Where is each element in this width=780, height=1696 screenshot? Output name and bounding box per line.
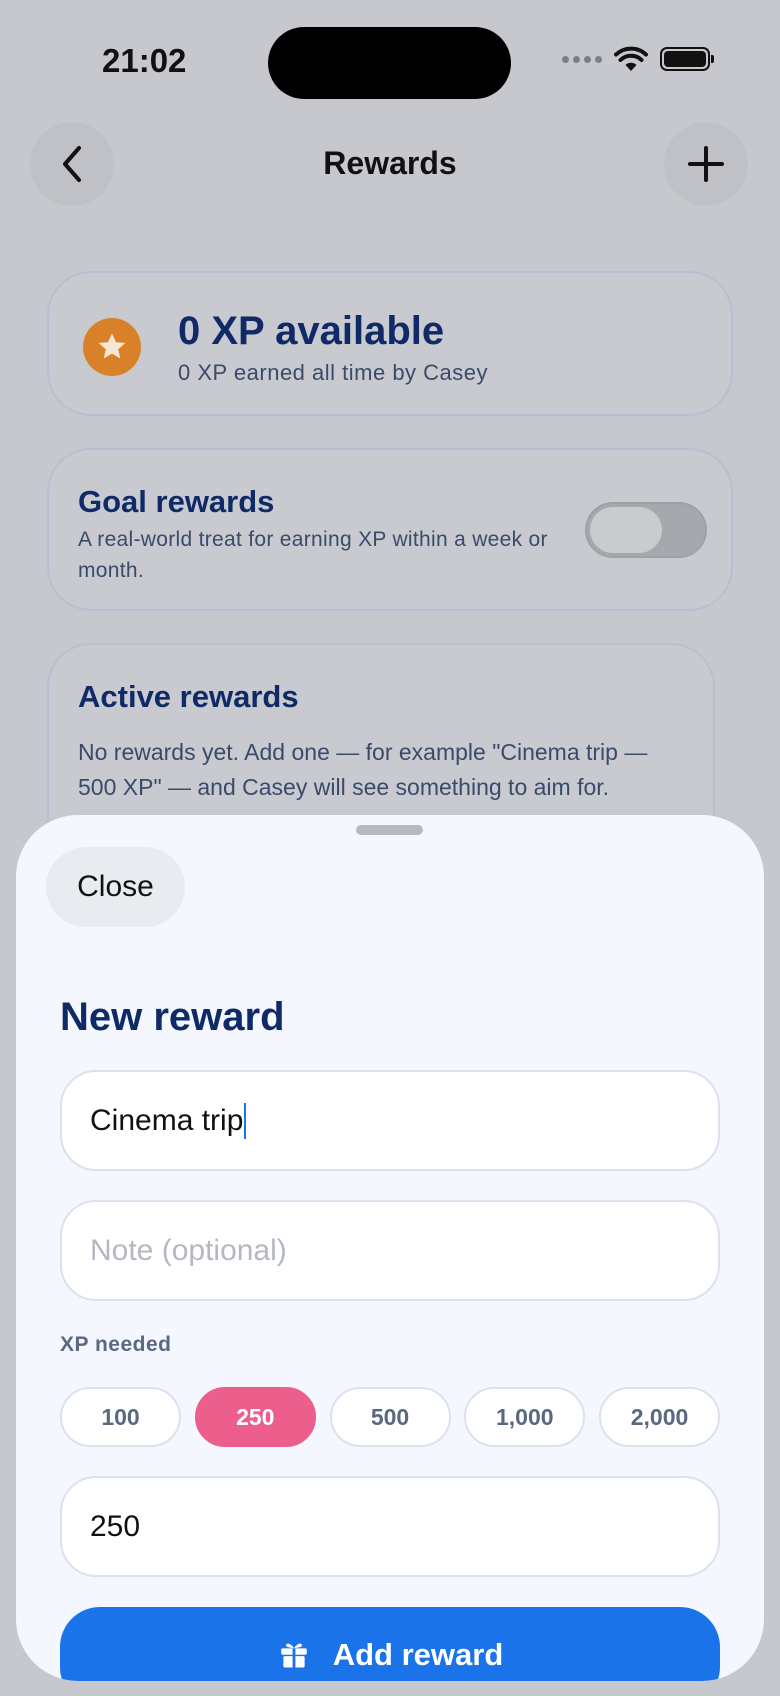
xp-chip-500[interactable]: 500 (329, 1387, 451, 1447)
add-reward-label: Add reward (332, 1637, 504, 1672)
xp-chip-100[interactable]: 100 (60, 1387, 181, 1447)
sheet-grabber[interactable] (356, 825, 423, 835)
xp-chip-1000[interactable]: 1,000 (464, 1387, 586, 1447)
goal-rewards-description: A real-world treat for earning XP within… (78, 528, 548, 582)
gift-icon (280, 1643, 307, 1668)
star-icon (83, 318, 141, 376)
page-title: Rewards (323, 145, 457, 181)
reward-note-placeholder: Note (optional) (90, 1233, 287, 1267)
xp-summary-card: 0 XP available 0 XP earned all time by C… (47, 271, 733, 416)
xp-amount-value: 250 (90, 1509, 141, 1543)
xp-needed-label: XP needed (60, 1333, 172, 1356)
reward-name-value: Cinema trip (90, 1103, 244, 1137)
cellular-signal-icon (562, 55, 602, 63)
goal-rewards-title: Goal rewards (78, 484, 275, 519)
new-reward-sheet: Close New reward Cinema trip Note (optio… (16, 815, 764, 1681)
wifi-icon (614, 46, 648, 71)
dynamic-island (268, 27, 511, 99)
close-button[interactable]: Close (46, 847, 185, 927)
plus-icon (688, 146, 724, 182)
add-reward-submit-button[interactable]: Add reward (60, 1607, 720, 1681)
text-caret (244, 1102, 247, 1139)
toggle-knob (590, 507, 662, 553)
active-rewards-empty-text: No rewards yet. Add one — for example "C… (78, 739, 648, 800)
goal-rewards-card: Goal rewards A real-world treat for earn… (47, 448, 733, 611)
add-reward-button[interactable] (664, 122, 748, 206)
sheet-title: New reward (60, 995, 285, 1039)
xp-chip-2000[interactable]: 2,000 (599, 1387, 720, 1447)
status-icons (562, 46, 714, 72)
xp-earned-subtitle: 0 XP earned all time by Casey (178, 360, 489, 385)
xp-available-heading: 0 XP available (178, 309, 445, 353)
battery-icon (660, 47, 714, 71)
goal-rewards-toggle[interactable] (585, 502, 707, 558)
reward-name-input[interactable]: Cinema trip (60, 1070, 720, 1171)
active-rewards-title: Active rewards (78, 679, 299, 714)
reward-note-input[interactable]: Note (optional) (60, 1200, 720, 1301)
xp-preset-chips: 100 250 500 1,000 2,000 (60, 1387, 720, 1447)
xp-amount-input[interactable]: 250 (60, 1476, 720, 1577)
xp-chip-250[interactable]: 250 (194, 1387, 316, 1447)
status-time: 21:02 (102, 42, 187, 79)
